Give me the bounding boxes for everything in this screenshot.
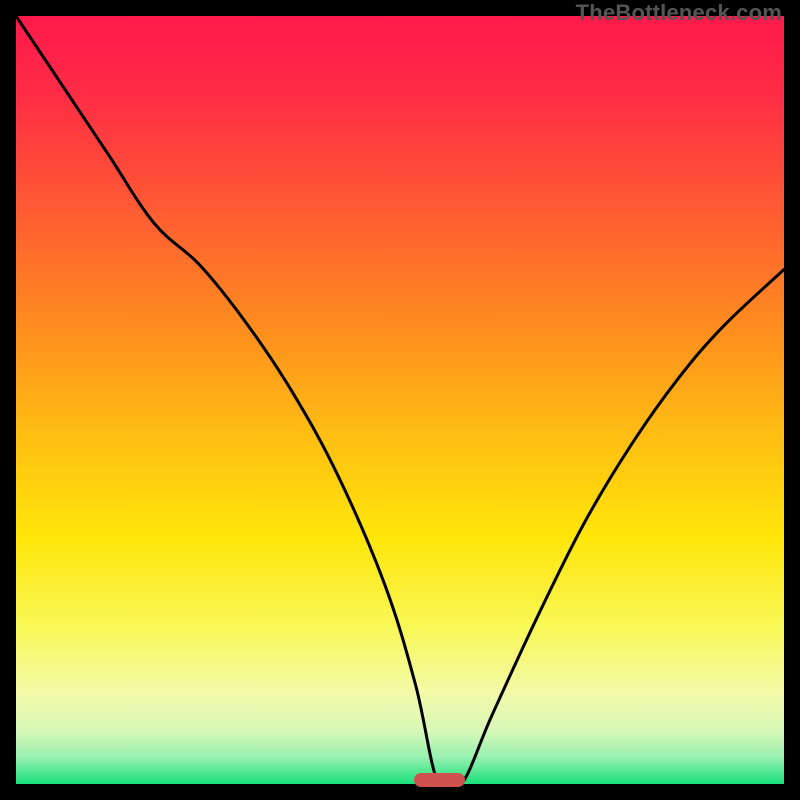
attribution-watermark: TheBottleneck.com (576, 0, 782, 26)
chart-frame: TheBottleneck.com (0, 0, 800, 800)
optimal-marker (414, 773, 465, 787)
plot-area (16, 16, 784, 784)
heat-gradient-background (16, 16, 784, 784)
